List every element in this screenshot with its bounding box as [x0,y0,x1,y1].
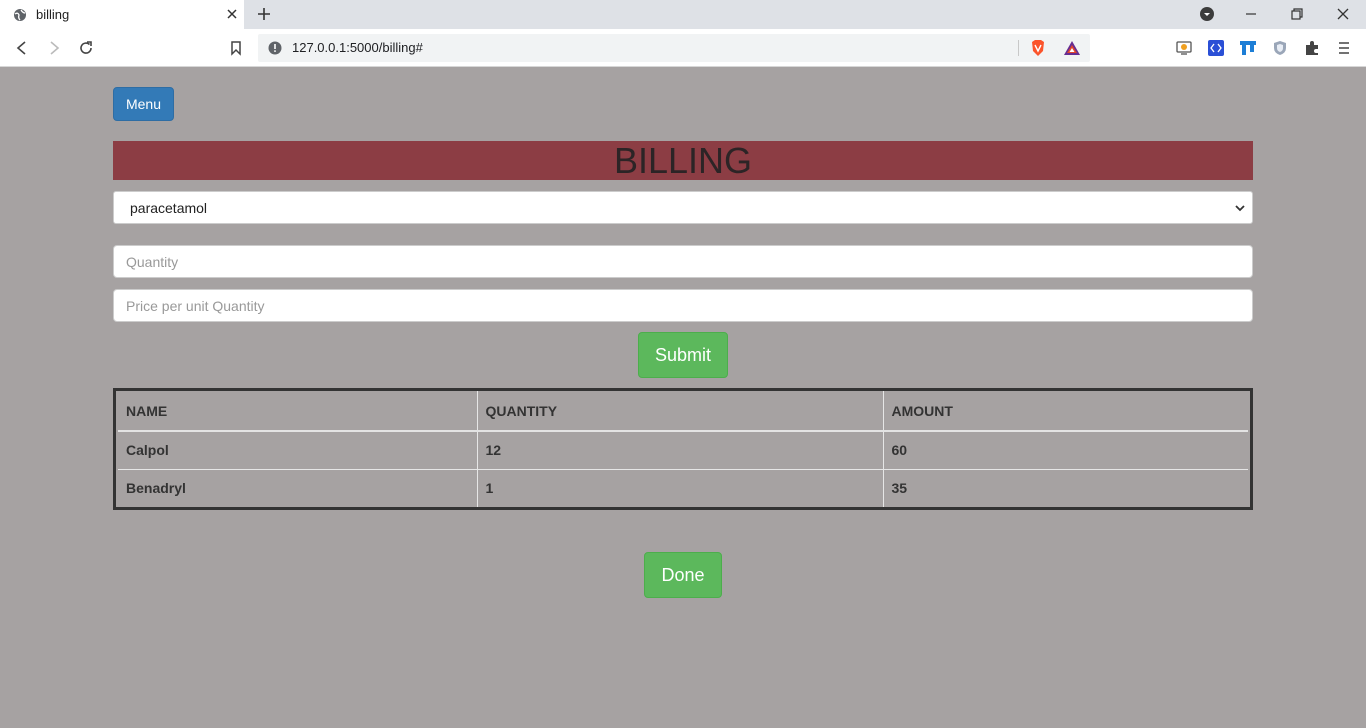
column-header-quantity: QUANTITY [476,391,883,432]
url-text: 127.0.0.1:5000/billing# [292,40,423,55]
extensions-puzzle-icon[interactable] [1304,40,1320,56]
column-header-amount: AMOUNT [882,391,1248,432]
back-icon[interactable] [14,40,30,56]
submit-button[interactable]: Submit [638,332,728,378]
bookmark-icon[interactable] [228,40,244,56]
browser-toolbar: 127.0.0.1:5000/billing# [0,29,1366,67]
column-header-name: NAME [118,391,477,432]
restore-icon[interactable] [1289,6,1305,22]
cell-amount: 60 [882,431,1248,469]
billing-table-grid: NAME QUANTITY AMOUNT Calpol 12 60 Benadr… [118,391,1248,507]
globe-icon [14,9,26,21]
reload-icon[interactable] [78,40,94,56]
tab-title: billing [36,7,70,22]
billing-table: NAME QUANTITY AMOUNT Calpol 12 60 Benadr… [113,388,1253,510]
tab-search-icon[interactable] [1199,6,1215,22]
medicine-select[interactable]: paracetamol [113,191,1253,224]
minimize-icon[interactable] [1243,6,1259,22]
shield-extension-icon[interactable] [1272,40,1288,56]
close-window-icon[interactable] [1335,6,1351,22]
menu-button[interactable]: Menu [113,87,174,121]
table-header-row: NAME QUANTITY AMOUNT [118,391,1248,432]
forward-icon[interactable] [46,40,62,56]
table-row: Benadryl 1 35 [118,468,1248,507]
browser-menu-icon[interactable] [1336,40,1352,56]
brave-shields-icon[interactable] [1030,39,1046,57]
new-tab-icon[interactable] [256,6,272,22]
cell-name: Benadryl [118,468,477,507]
cell-quantity: 1 [476,468,883,507]
browser-tab[interactable]: billing [0,0,244,29]
omnibox-divider [1018,40,1019,56]
page-title: BILLING [113,141,1253,180]
brave-rewards-icon[interactable] [1063,40,1081,56]
site-info-icon[interactable] [268,41,282,55]
medicine-select-value: paracetamol [130,200,208,216]
cell-quantity: 12 [476,431,883,469]
cell-name: Calpol [126,442,169,459]
quantity-input[interactable] [113,245,1253,278]
price-per-unit-input[interactable] [113,289,1253,322]
table-row: Calpol 12 60 [118,431,1248,469]
close-tab-icon[interactable] [224,6,240,22]
done-button[interactable]: Done [644,552,722,598]
trello-extension-icon[interactable] [1240,40,1256,56]
cell-amount: 35 [882,468,1248,507]
browser-tab-strip: billing [0,0,1366,29]
address-bar[interactable]: 127.0.0.1:5000/billing# [258,34,1090,62]
code-extension-icon[interactable] [1208,40,1224,56]
screen-cast-extension-icon[interactable] [1176,40,1192,56]
chevron-down-icon [1235,205,1245,212]
